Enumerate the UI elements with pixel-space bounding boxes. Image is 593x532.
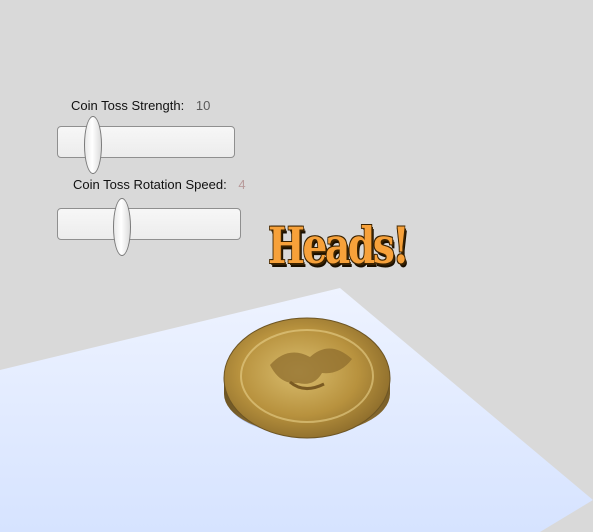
coin-icon (223, 317, 391, 439)
strength-label: Coin Toss Strength: (71, 98, 185, 113)
strength-label-row: Coin Toss Strength: 10 (71, 98, 210, 113)
rotation-label: Coin Toss Rotation Speed: (73, 177, 227, 192)
result-text: Heads! (268, 216, 410, 275)
rotation-slider[interactable] (57, 198, 241, 256)
strength-slider-handle[interactable] (84, 116, 103, 174)
strength-value: 10 (195, 98, 211, 113)
game-scene: Coin Toss Strength: 10 Coin Toss Rotatio… (0, 0, 593, 532)
rotation-slider-handle[interactable] (112, 198, 131, 256)
rotation-label-row: Coin Toss Rotation Speed: 4 (73, 177, 246, 192)
rotation-value: 4 (238, 177, 246, 192)
strength-slider[interactable] (57, 116, 235, 174)
